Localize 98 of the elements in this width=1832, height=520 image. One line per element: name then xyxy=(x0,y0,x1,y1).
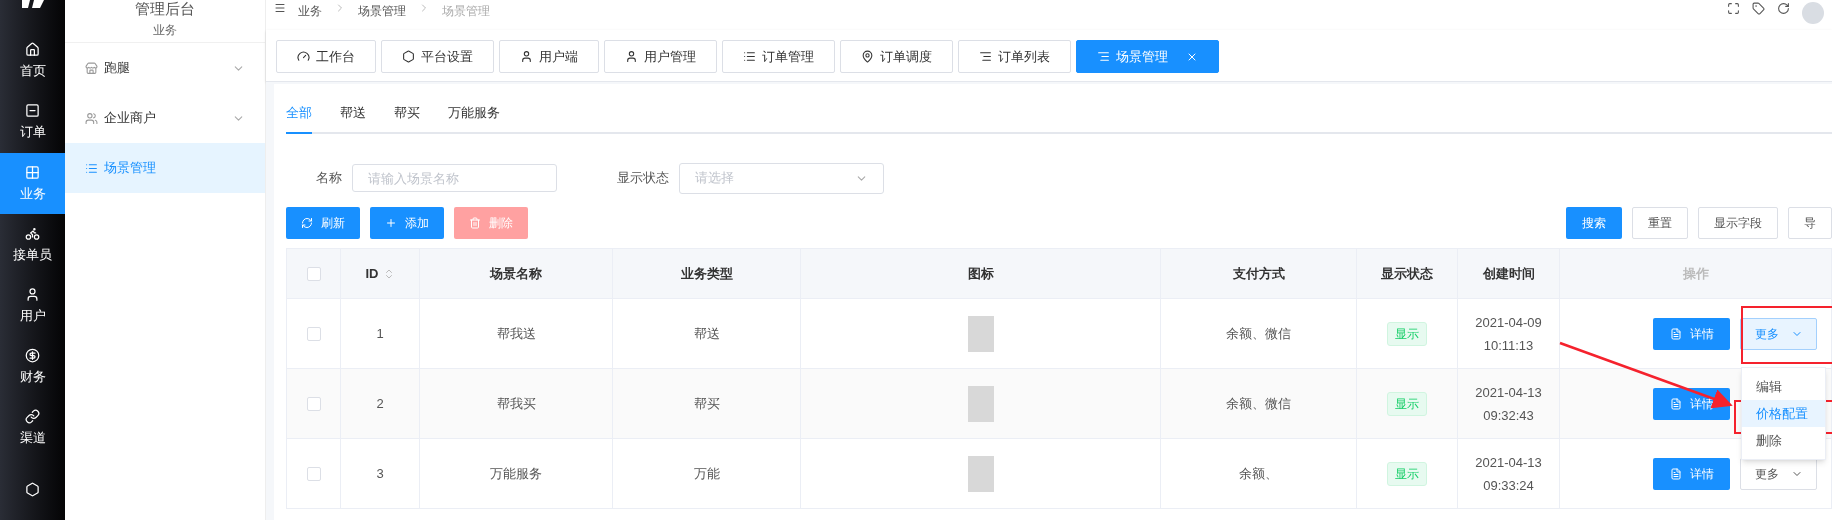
app-title: 管理后台 xyxy=(135,0,195,18)
toolbar-button[interactable]: 导 xyxy=(1788,207,1832,239)
photo-placeholder xyxy=(967,455,994,492)
trash-icon xyxy=(469,217,481,229)
table-cell-text: 余额、微信 xyxy=(1226,394,1291,413)
refresh-icon[interactable] xyxy=(1777,2,1790,15)
column-header: 显示状态 xyxy=(1381,264,1433,283)
rail-item[interactable]: 渠道 xyxy=(0,397,65,459)
photo-placeholder xyxy=(967,385,994,422)
hexagon-icon xyxy=(402,50,415,63)
page-tab[interactable]: 订单调度 xyxy=(840,40,953,73)
breadcrumb-item[interactable]: 业务 xyxy=(298,2,322,20)
rail-item[interactable]: 首页 xyxy=(0,31,65,93)
plus-icon xyxy=(385,217,397,229)
store-icon xyxy=(85,61,98,75)
column-header: 支付方式 xyxy=(1232,264,1285,283)
column-header: 操作 xyxy=(1682,264,1709,283)
column-header: 场景名称 xyxy=(490,264,542,283)
list-icon xyxy=(743,50,756,63)
filter-tab[interactable]: 帮送 xyxy=(340,102,366,134)
document-icon xyxy=(1669,397,1682,410)
column-header: 业务类型 xyxy=(680,264,733,283)
column-header: 图标 xyxy=(967,264,994,283)
pin-icon xyxy=(861,50,874,63)
table-cell-text: 1 xyxy=(376,324,384,343)
filter-tab[interactable]: 帮买 xyxy=(394,102,420,134)
page-tab[interactable]: 订单列表 xyxy=(958,40,1071,73)
table-cell-text: 2 xyxy=(376,394,384,413)
table-cell-text: 3 xyxy=(376,464,384,483)
user-icon xyxy=(625,50,638,63)
page-tab[interactable]: 订单管理 xyxy=(722,40,835,73)
submenu-item[interactable]: 跑腿 xyxy=(65,43,265,93)
gauge-icon xyxy=(297,50,310,63)
rail-item[interactable]: 接单员 xyxy=(0,214,65,276)
filter-label: 名称 xyxy=(316,169,342,188)
row-checkbox[interactable] xyxy=(306,466,321,481)
cyclist-icon xyxy=(25,225,40,241)
user-icon xyxy=(520,50,533,63)
document-icon xyxy=(1669,327,1682,340)
toolbar-button[interactable]: 显示字段 xyxy=(1698,207,1778,239)
table-cell-text: 09:32:43 xyxy=(1483,406,1534,425)
page-tab[interactable]: 用户管理 xyxy=(604,40,717,73)
photo-placeholder xyxy=(967,315,994,352)
lines-icon xyxy=(1097,50,1110,63)
table-cell-text: 帮我送 xyxy=(496,324,536,343)
logo-icon xyxy=(19,0,46,10)
column-header: 创建时间 xyxy=(1482,264,1535,283)
table-cell-text: 10:11:13 xyxy=(1483,336,1534,355)
avatar[interactable] xyxy=(1802,2,1824,24)
toolbar-button[interactable]: 重置 xyxy=(1632,207,1688,239)
page-tab[interactable]: 用户端 xyxy=(499,40,599,73)
table-cell-text: 2021-04-13 xyxy=(1475,383,1542,402)
rail-item[interactable]: 用户 xyxy=(0,275,65,337)
page-tab[interactable]: 平台设置 xyxy=(381,40,494,73)
row-checkbox[interactable] xyxy=(306,326,321,341)
grid-icon xyxy=(25,164,40,180)
page-tab[interactable]: 工作台 xyxy=(276,40,376,73)
table-cell-text: 万能 xyxy=(693,464,720,483)
lines-icon xyxy=(979,50,992,63)
table-cell-text: 帮我买 xyxy=(496,394,536,413)
column-header[interactable]: ID xyxy=(365,263,379,284)
row-checkbox[interactable] xyxy=(306,396,321,411)
menu-item[interactable]: 删除 xyxy=(1742,427,1825,454)
submenu-item[interactable]: 企业商户 xyxy=(65,93,265,143)
filter-tab[interactable]: 万能服务 xyxy=(448,102,500,134)
breadcrumb-item: 场景管理 xyxy=(442,3,490,20)
table-cell-text: 余额、微信 xyxy=(1226,324,1291,343)
rail-item[interactable]: 订单 xyxy=(0,92,65,154)
settings-icon xyxy=(25,481,40,497)
name-input[interactable]: 请输入场景名称 xyxy=(352,164,557,192)
status-tag: 显示 xyxy=(1387,461,1427,486)
table-cell-text: 帮送 xyxy=(693,324,720,343)
fullscreen-icon[interactable] xyxy=(1727,2,1740,15)
table-cell-text: 2021-04-13 xyxy=(1475,453,1542,472)
select-all-checkbox[interactable] xyxy=(306,266,321,281)
refresh-icon xyxy=(301,217,313,229)
list-icon xyxy=(85,161,98,175)
document-icon xyxy=(25,103,40,119)
table-cell-text: 帮买 xyxy=(693,394,720,413)
section-title: 业务 xyxy=(153,22,177,39)
tag-icon[interactable] xyxy=(1752,2,1765,15)
users-icon xyxy=(85,111,98,125)
link-icon xyxy=(25,409,40,425)
menu-item[interactable]: 编辑 xyxy=(1742,373,1825,400)
table-cell-text: 2021-04-09 xyxy=(1475,313,1542,332)
user-icon xyxy=(25,286,40,302)
home-icon xyxy=(25,42,40,58)
table-cell-text: 余额、 xyxy=(1239,464,1278,483)
table-cell-text: 万能服务 xyxy=(490,464,542,483)
rail-item[interactable]: 财务 xyxy=(0,336,65,398)
menu-icon[interactable] xyxy=(274,2,286,14)
status-tag: 显示 xyxy=(1387,321,1427,346)
coin-icon xyxy=(25,347,40,363)
document-icon xyxy=(1669,467,1682,480)
breadcrumb-item[interactable]: 场景管理 xyxy=(358,2,406,20)
filter-label: 显示状态 xyxy=(617,169,669,188)
table-cell-text: 09:33:24 xyxy=(1483,476,1534,495)
status-tag: 显示 xyxy=(1387,391,1427,416)
